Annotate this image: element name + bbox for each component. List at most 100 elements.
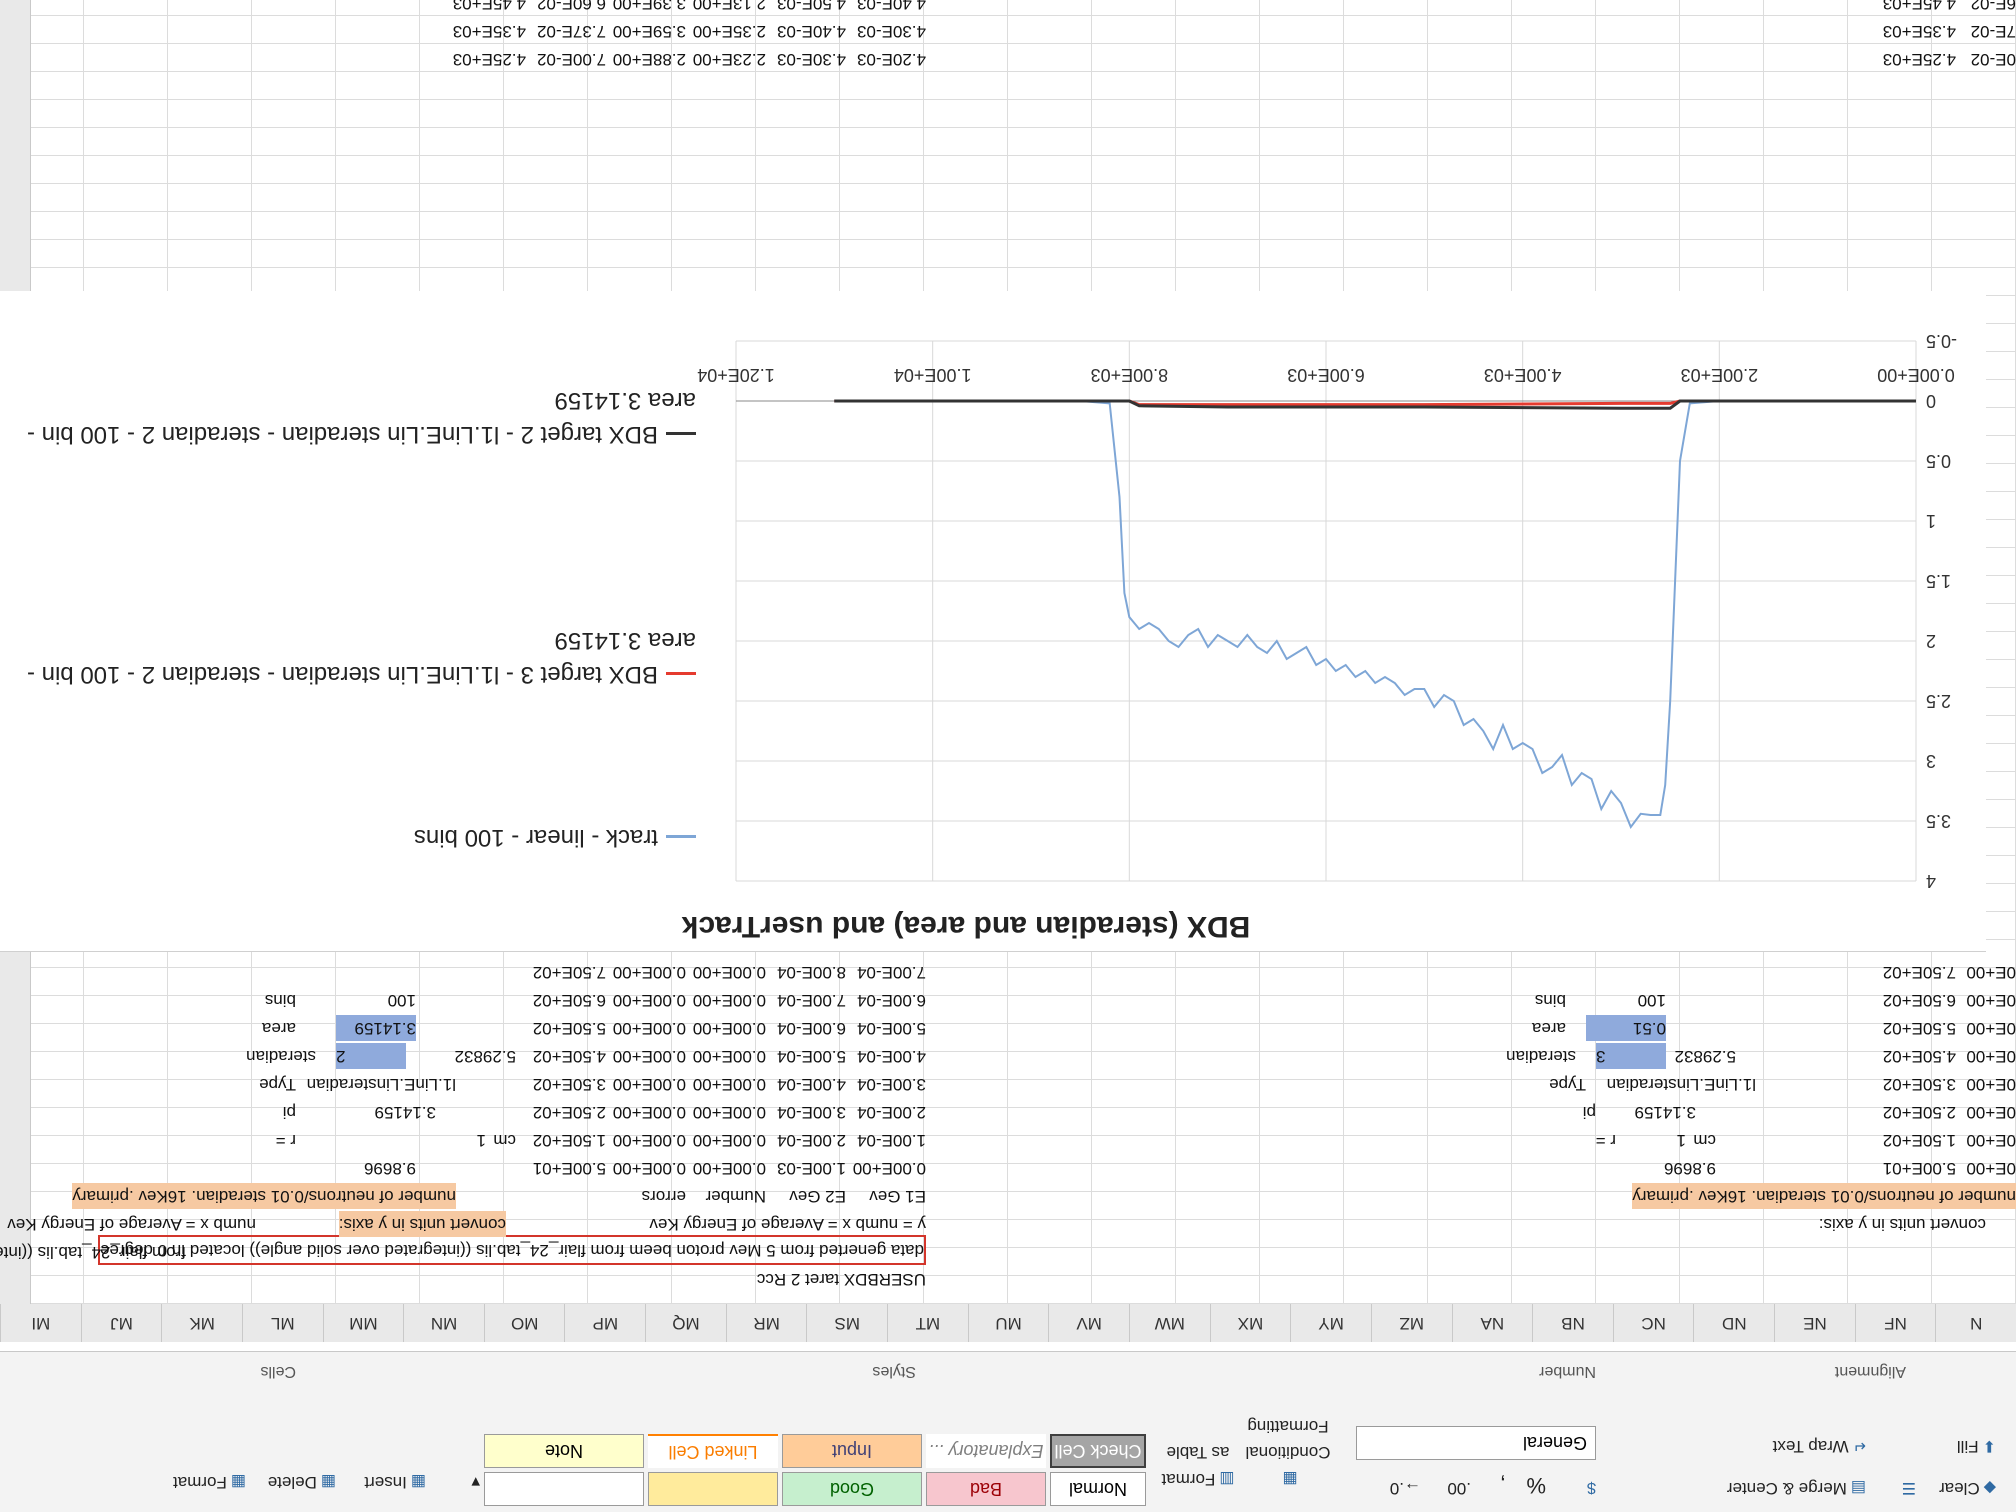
column-header-my[interactable]: MY bbox=[1290, 1304, 1371, 1342]
left-col2-cell[interactable]: 4.45E+03 bbox=[1883, 0, 1956, 16]
left-col2-cell[interactable]: 4.25E+03 bbox=[1883, 46, 1956, 72]
convert-y2-cell[interactable]: convert units in y axis: bbox=[1819, 1211, 1986, 1237]
table-cell[interactable]: 0.00E+00 bbox=[613, 1071, 686, 1097]
left-col2-cell[interactable]: 6.50E+02 bbox=[1883, 987, 1956, 1013]
r-val-cell[interactable]: 1 bbox=[477, 1127, 486, 1153]
left-col-cell[interactable]: 0E+00 bbox=[1966, 959, 2016, 985]
column-header-nb[interactable]: NB bbox=[1532, 1304, 1613, 1342]
hdr-errors-cell[interactable]: errors bbox=[642, 1183, 686, 1209]
left-col-cell[interactable]: 0E+00 bbox=[1966, 1071, 2016, 1097]
table-cell[interactable]: 1.00E-04 bbox=[857, 1127, 926, 1153]
column-header-mt[interactable]: MT bbox=[887, 1304, 968, 1342]
table-cell[interactable]: 5.50E+02 bbox=[533, 1015, 606, 1041]
column-header-ml[interactable]: ML bbox=[241, 1304, 323, 1342]
left-col-cell[interactable]: 0E-02 bbox=[1971, 46, 2016, 72]
r-label-cell[interactable]: r = bbox=[276, 1127, 296, 1153]
left-col-cell[interactable]: 0E+00 bbox=[1966, 1099, 2016, 1125]
bins-label2-cell[interactable]: bins bbox=[1535, 987, 1566, 1013]
table-cell[interactable]: 4.40E-03 bbox=[857, 0, 926, 16]
table-cell[interactable]: 0.00E+00 bbox=[853, 1155, 926, 1181]
column-header-mn[interactable]: MN bbox=[403, 1304, 484, 1342]
type-val-cell[interactable]: l1.LinE.Linsteradian bbox=[307, 1071, 456, 1097]
area-val2-cell[interactable]: 0.51 bbox=[1586, 1015, 1666, 1041]
table-cell[interactable]: 3.50E+02 bbox=[533, 1071, 606, 1097]
column-header-mz[interactable]: MZ bbox=[1370, 1304, 1452, 1342]
table-cell[interactable]: 3.59E+00 bbox=[613, 18, 686, 44]
r-label2-cell[interactable]: r = bbox=[1596, 1127, 1616, 1153]
table-cell[interactable]: 2.13E+00 bbox=[693, 0, 766, 16]
left-col2-cell[interactable]: 5.50E+02 bbox=[1883, 1015, 1956, 1041]
table-cell[interactable]: 0.00E+00 bbox=[613, 1043, 686, 1069]
table-cell[interactable]: 4.25E+03 bbox=[453, 46, 526, 72]
merge-center-button[interactable]: ▤Merge & Center bbox=[1727, 1478, 1866, 1498]
table-cell[interactable]: 0.00E+00 bbox=[613, 1155, 686, 1181]
ster-idx2-cell[interactable]: 3 bbox=[1596, 1043, 1666, 1069]
note-left-cell[interactable]: data generted from 5 Mev proton beem fro… bbox=[97, 1235, 926, 1265]
left-col2-cell[interactable]: 2.50E+02 bbox=[1883, 1099, 1956, 1125]
table-cell[interactable]: 4.30E-03 bbox=[777, 46, 846, 72]
pi-label-cell[interactable]: pi bbox=[283, 1099, 296, 1125]
convert-y-cell[interactable]: convert units in y axis: bbox=[338, 1211, 506, 1237]
table-cell[interactable]: 5.00E-04 bbox=[857, 1015, 926, 1041]
table-cell[interactable]: 0.00E+00 bbox=[613, 959, 686, 985]
table-cell[interactable]: 0.00E+00 bbox=[693, 959, 766, 985]
convert-x-cell[interactable]: numb x = Average of Energy Kev bbox=[7, 1211, 256, 1237]
left-col-cell[interactable]: 7E-02 bbox=[1971, 18, 2016, 44]
bins-val-cell[interactable]: 100 bbox=[388, 987, 416, 1013]
comma-button[interactable]: , bbox=[1500, 1472, 1506, 1498]
table-cell[interactable]: 6.60E-02 bbox=[537, 0, 606, 16]
table-cell[interactable]: 4.00E-04 bbox=[777, 1071, 846, 1097]
table-cell[interactable]: 0.00E+00 bbox=[613, 1099, 686, 1125]
column-header-mu[interactable]: MU bbox=[967, 1304, 1049, 1342]
table-cell[interactable]: 7.00E-02 bbox=[537, 46, 606, 72]
table-cell[interactable]: 0.00E+00 bbox=[693, 1071, 766, 1097]
bins-label-cell[interactable]: bins bbox=[265, 987, 296, 1013]
increase-decimal-button[interactable]: .00 bbox=[1447, 1478, 1471, 1498]
table-cell[interactable]: 4.50E-03 bbox=[777, 0, 846, 16]
table-cell[interactable]: 4.20E-03 bbox=[857, 46, 926, 72]
table-cell[interactable]: 0.00E+00 bbox=[613, 1127, 686, 1153]
style-bad[interactable]: Bad bbox=[926, 1472, 1046, 1506]
conditional-formatting-button[interactable]: ▦ Conditional Formatting bbox=[1240, 1413, 1336, 1492]
area-val-cell[interactable]: 3.14159 bbox=[336, 1015, 416, 1041]
column-header-na[interactable]: NA bbox=[1451, 1304, 1533, 1342]
column-header-mi[interactable]: MI bbox=[0, 1304, 81, 1342]
column-header-ne[interactable]: NE bbox=[1774, 1304, 1855, 1342]
val-9-8696b-cell[interactable]: 9.8696 bbox=[1664, 1155, 1716, 1181]
table-cell[interactable]: 4.35E+03 bbox=[453, 18, 526, 44]
note-right-cell[interactable]: from flair_24_tab.lis ((integrated over … bbox=[0, 1239, 186, 1265]
column-header-mx[interactable]: MX bbox=[1209, 1304, 1291, 1342]
table-cell[interactable]: 7.00E-04 bbox=[777, 987, 846, 1013]
table-cell[interactable]: 5.00E+01 bbox=[533, 1155, 606, 1181]
val-9-8696-cell[interactable]: 9.8696 bbox=[364, 1155, 416, 1181]
currency-button[interactable]: $ bbox=[1583, 1478, 1596, 1498]
table-cell[interactable]: 7.37E-02 bbox=[537, 18, 606, 44]
r-val2-cell[interactable]: 1 bbox=[1677, 1127, 1686, 1153]
column-header-ms[interactable]: MS bbox=[806, 1304, 888, 1342]
align-left-button[interactable]: ☰ bbox=[1898, 1478, 1916, 1498]
table-cell[interactable]: 4.40E-03 bbox=[777, 18, 846, 44]
ster-label-cell[interactable]: steradian bbox=[246, 1043, 316, 1069]
format-button[interactable]: ▦Format bbox=[173, 1472, 246, 1492]
table-cell[interactable]: 0.00E+00 bbox=[693, 1127, 766, 1153]
table-cell[interactable]: 4.00E-04 bbox=[857, 1043, 926, 1069]
style-linked-cell[interactable]: Linked Cell bbox=[648, 1434, 778, 1468]
table-cell[interactable]: 3.39E+00 bbox=[613, 0, 686, 16]
style-neutral[interactable] bbox=[648, 1472, 778, 1506]
left-col-cell[interactable]: 6E-02 bbox=[1971, 0, 2016, 16]
table-cell[interactable]: 3.00E-04 bbox=[857, 1071, 926, 1097]
table-cell[interactable]: 0.00E+00 bbox=[613, 987, 686, 1013]
table-cell[interactable]: 0.00E+00 bbox=[693, 1043, 766, 1069]
table-cell[interactable]: 0.00E+00 bbox=[693, 1099, 766, 1125]
format-as-table-button[interactable]: ▥Format as Table bbox=[1160, 1439, 1236, 1492]
table-cell[interactable]: 4.30E-03 bbox=[857, 18, 926, 44]
hdr-e2-cell[interactable]: E2 Gev bbox=[789, 1183, 846, 1209]
table-cell[interactable]: 7.50E+02 bbox=[533, 959, 606, 985]
column-header-mw[interactable]: MW bbox=[1128, 1304, 1210, 1342]
r-unit-cell[interactable]: cm bbox=[493, 1127, 516, 1153]
left-col2-cell[interactable]: 5.00E+01 bbox=[1883, 1155, 1956, 1181]
hdr-number-cell[interactable]: Number bbox=[706, 1183, 766, 1209]
table-cell[interactable]: 2.00E-04 bbox=[777, 1127, 846, 1153]
column-header-nf[interactable]: NF bbox=[1854, 1304, 1936, 1342]
table-cell[interactable]: 1.00E-03 bbox=[777, 1155, 846, 1181]
